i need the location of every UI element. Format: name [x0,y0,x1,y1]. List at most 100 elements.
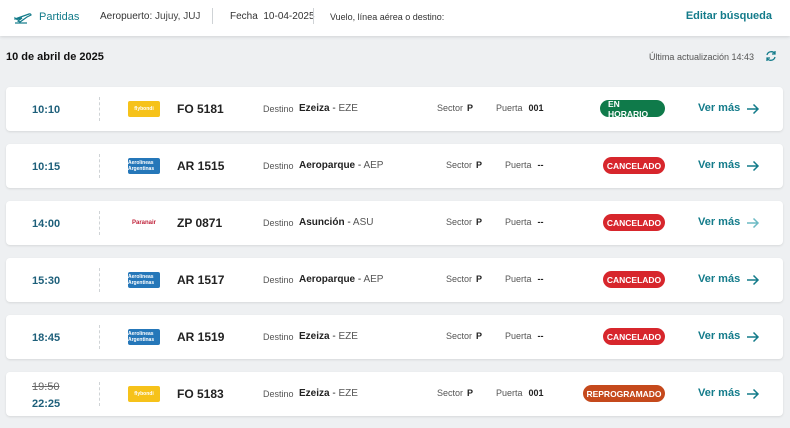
sector: Sector P [446,160,482,170]
gate-value: -- [537,331,544,341]
destination: Ezeiza - EZE [299,388,358,399]
gate: Puerta -- [505,217,544,227]
arrow-right-icon[interactable] [746,103,760,115]
destination-name: Aeroparque [299,274,356,285]
airline-logo-aerolineas: Aerolíneas Argentinas [128,272,160,288]
arrow-right-icon[interactable] [746,388,760,400]
original-time: 19:50 [32,381,60,393]
flight-card[interactable]: 19:50 22:25 flybondi FO 5183 Destino Eze… [6,372,783,416]
destination-code: AEP [363,160,384,171]
airline-logo-aerolineas: Aerolíneas Argentinas [128,329,160,345]
status-badge: CANCELADO [603,328,665,345]
destination-label: Destino [263,218,294,228]
refresh-icon[interactable] [765,50,777,62]
date-filter[interactable]: Fecha 10-04-2025 [230,11,315,22]
search-bar: Partidas Aeropuerto: Jujuy, JUJ Fecha 10… [0,0,790,36]
flight-card[interactable]: 15:30 Aerolíneas Argentinas AR 1517 Dest… [6,258,783,302]
arrow-right-icon[interactable] [746,160,760,172]
departure-time: 22:25 [32,398,61,410]
destination: Asunción - ASU [299,217,374,228]
destination-code: EZE [338,331,358,342]
gate: Puerta 001 [496,103,544,113]
sector: Sector P [446,331,482,341]
details-link[interactable]: Ver más [698,159,740,171]
arrow-right-icon[interactable] [746,217,760,229]
gate-value: -- [537,274,544,284]
sector: Sector P [437,103,473,113]
page-title: 10 de abril de 2025 [6,51,104,63]
destination-name: Ezeiza [299,103,330,114]
divider [99,211,100,235]
details-link[interactable]: Ver más [698,330,740,342]
sector-label: Sector [446,331,473,341]
destination-label: Destino [263,275,294,285]
flight-number: AR 1519 [177,330,225,344]
status-badge: CANCELADO [603,271,665,288]
destination: Aeroparque - AEP [299,274,384,285]
gate-label: Puerta [496,103,523,113]
sector-value: P [476,160,483,170]
sector-label: Sector [446,274,473,284]
details-link[interactable]: Ver más [698,216,740,228]
sector-value: P [467,388,474,398]
gate-label: Puerta [496,388,523,398]
details-link[interactable]: Ver más [698,273,740,285]
flight-type-tab[interactable]: Partidas [39,11,79,23]
sector: Sector P [437,388,473,398]
divider [99,325,100,349]
flight-card[interactable]: 18:45 Aerolíneas Argentinas AR 1519 Dest… [6,315,783,359]
flight-card[interactable]: 10:10 flybondi FO 5181 Destino Ezeiza - … [6,87,783,131]
airline-logo-aerolineas: Aerolíneas Argentinas [128,158,160,174]
flight-number: FO 5181 [177,102,224,116]
status-badge: EN HORARIO [600,99,665,119]
flight-number: FO 5183 [177,387,224,401]
flight-card[interactable]: 10:15 Aerolíneas Argentinas AR 1515 Dest… [6,144,783,188]
destination-name: Ezeiza [299,388,330,399]
status-badge: CANCELADO [603,214,665,231]
gate-label: Puerta [505,217,532,227]
arrow-right-icon[interactable] [746,274,760,286]
destination-name: Asunción [299,217,345,228]
flight-number: AR 1517 [177,273,225,287]
sector-label: Sector [437,103,464,113]
sector: Sector P [446,274,482,284]
flight-search-input[interactable]: Vuelo, línea aérea o destino: [330,12,444,22]
gate: Puerta -- [505,160,544,170]
airline-logo-flybondi: flybondi [128,101,160,117]
gate-label: Puerta [505,160,532,170]
destination-label: Destino [263,332,294,342]
sector: Sector P [446,217,482,227]
edit-search-link[interactable]: Editar búsqueda [686,10,772,22]
departure-time: 18:45 [32,332,61,344]
arrow-right-icon[interactable] [746,331,760,343]
sector-value: P [467,103,474,113]
gate-value: -- [537,160,544,170]
departure-time: 15:30 [32,275,61,287]
gate: Puerta -- [505,331,544,341]
divider [313,8,314,24]
destination-name: Ezeiza [299,331,330,342]
sector-label: Sector [437,388,464,398]
airport-value: Jujuy, JUJ [155,11,201,22]
airport-filter[interactable]: Aeropuerto: Jujuy, JUJ [100,11,200,22]
sector-value: P [476,217,483,227]
airline-logo-paranair: Paranair [131,220,156,226]
last-updated: Última actualización 14:43 [648,52,754,62]
destination-code: AEP [363,274,384,285]
gate-label: Puerta [505,331,532,341]
divider [99,382,100,406]
departure-time: 10:15 [32,161,61,173]
flight-card[interactable]: 14:00 Paranair ZP 0871 Destino Asunción … [6,201,783,245]
airport-label: Aeropuerto: [100,11,153,22]
destination-label: Destino [263,104,294,114]
destination: Ezeiza - EZE [299,103,358,114]
details-link[interactable]: Ver más [698,387,740,399]
destination-name: Aeroparque [299,160,356,171]
destination-code: EZE [338,388,358,399]
sector-value: P [476,274,483,284]
sector-value: P [476,331,483,341]
airline-logo-flybondi: flybondi [128,386,160,402]
plane-departure-icon [14,13,32,24]
details-link[interactable]: Ver más [698,102,740,114]
divider [99,268,100,292]
